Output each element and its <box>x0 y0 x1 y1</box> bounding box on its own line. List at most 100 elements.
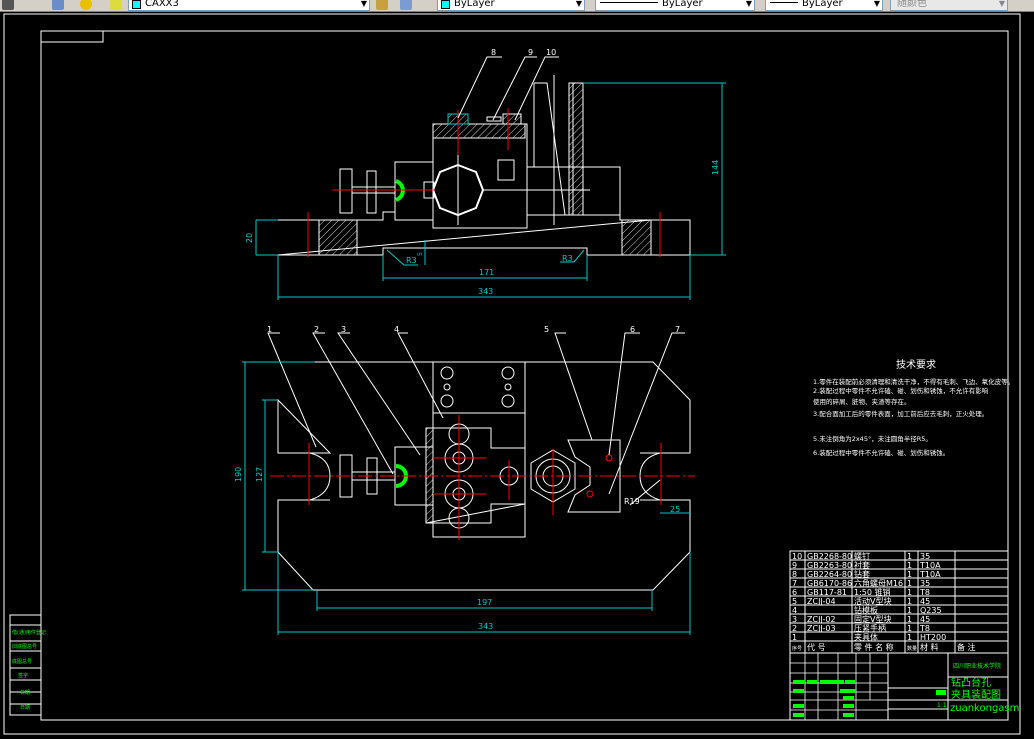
side-strip: 借(通)用件登记 旧底图总号 底图总号 签字 日期 日期 <box>9 614 46 716</box>
lineweight-dropdown[interactable]: ByLayer ▼ <box>765 0 883 11</box>
dimension-20: 20 <box>245 233 254 243</box>
bom-cell-no: 8 <box>792 570 797 579</box>
properties-toolbar: CAXX3 ▼ ByLayer ▼ ByLayer ▼ ByLayer ▼ 随颜色 ▼ <box>0 0 1034 12</box>
tech-req-title: 技术要求 <box>896 358 936 371</box>
layer-color-swatch <box>132 0 141 9</box>
color-dropdown[interactable]: ByLayer ▼ <box>437 0 585 11</box>
bom-cell-code: ZCJJ-04 <box>807 597 836 606</box>
color-swatch <box>441 0 450 9</box>
title-block: 四川职业技术学院 钻凸台孔 夹具装配图 zuankongasm 1:1 <box>789 652 1019 721</box>
bom-header-qty: 数量 <box>907 645 917 652</box>
leader-label: 8 <box>491 48 496 57</box>
layer-manager-icon[interactable] <box>52 0 64 10</box>
chevron-down-icon: ▼ <box>745 0 752 8</box>
dimension-343: 343 <box>478 287 493 296</box>
tech-req-line: 6.装配过程中零件不允许磕、碰、划伤和锈蚀。 <box>813 448 949 457</box>
leader-label: 10 <box>546 48 556 57</box>
tech-req-line: 2.装配过程中零件不允许磕、碰、划伤和锈蚀，不允许有影响 <box>813 386 989 395</box>
bom-header-note: 备 注 <box>957 642 976 652</box>
dimension-197: 197 <box>477 598 492 607</box>
dimension-127: 127 <box>255 467 264 482</box>
bom-cell-code: GB117-81 <box>807 588 847 597</box>
dimension-25: 25 <box>670 505 680 514</box>
bom-cell-material: 45 <box>920 615 930 624</box>
bom-cell-material: 45 <box>920 597 930 606</box>
bom-cell-no: 5 <box>792 597 797 606</box>
leader-label: 7 <box>675 325 680 334</box>
drawing-subtitle: 夹具装配图 <box>951 688 1001 701</box>
bom-cell-material: 35 <box>920 552 930 561</box>
bom-cell-name: 六角螺母M16 <box>854 578 903 588</box>
bom-cell-qty: 1 <box>907 624 912 633</box>
dimension-343: 343 <box>478 622 493 631</box>
drawing-title: 钻凸台孔 <box>951 676 991 689</box>
side-label: 底图总号 <box>12 658 32 665</box>
layer-dropdown[interactable]: CAXX3 ▼ <box>128 0 370 11</box>
bom-cell-name: 活动V型块 <box>854 596 891 606</box>
school-name: 四川职业技术学院 <box>953 662 1001 670</box>
bom-cell-code: ZCJJ-02 <box>807 615 836 624</box>
bom-header-name: 零 件 名 称 <box>854 642 894 652</box>
bom-header-no: 序号 <box>792 645 802 652</box>
bom-cell-qty: 1 <box>907 633 912 642</box>
bom-cell-name: 1:50 锥销 <box>854 587 891 597</box>
plotstyle-dropdown: 随颜色 ▼ <box>890 0 1008 11</box>
line-sample <box>770 2 798 3</box>
tech-req-line: 使用的碎屑、脏物、夹渣等存在。 <box>813 397 911 406</box>
bom-cell-name: 钻模板 <box>854 605 878 615</box>
lightbulb-icon[interactable] <box>80 0 92 10</box>
bom-cell-code: ZCJJ-03 <box>807 624 836 633</box>
line-sample <box>600 2 658 3</box>
drawing-number: zuankongasm <box>950 703 1019 714</box>
bom-cell-material: T8 <box>919 588 930 597</box>
layer-previous-icon[interactable] <box>400 0 412 10</box>
leader-label: 5 <box>544 325 549 334</box>
bom-cell-no: 6 <box>792 588 797 597</box>
side-label: 日期 <box>20 690 30 696</box>
bom-cell-name: 螺钉 <box>854 551 870 561</box>
dimension-5: 5 <box>417 252 424 256</box>
front-view: 8 9 10 343 171 144 20 R3 R3 5 <box>245 48 726 300</box>
bom-cell-material: HT200 <box>920 633 946 642</box>
leader-label: 9 <box>528 48 533 57</box>
bom-cell-name: 夹具体 <box>854 632 878 642</box>
chevron-down-icon: ▼ <box>873 0 880 8</box>
bom-cell-material: T8 <box>919 624 930 633</box>
bom-cell-name: 衬套 <box>854 560 870 570</box>
bom-header-material: 材 料 <box>920 642 939 652</box>
bom-cell-code: GB2268-80 <box>807 552 852 561</box>
side-label: 旧底图总号 <box>12 643 37 650</box>
tech-req-line: 3.配合面加工后的零件表面，加工前后应去毛刺，正火处理。 <box>813 409 988 418</box>
lock-icon[interactable] <box>110 0 122 10</box>
chevron-down-icon: ▼ <box>575 0 582 8</box>
bom-cell-qty: 1 <box>907 615 912 624</box>
tech-req-line: 1.零件在装配前必须清理和清洗干净，不得有毛刺、飞边、氧化皮等。 <box>813 377 1014 386</box>
bom-cell-no: 10 <box>792 552 802 561</box>
bom-cell-qty: 1 <box>907 588 912 597</box>
toolbar-icon[interactable] <box>2 0 14 10</box>
dimension-r19: R19 <box>624 497 640 506</box>
bom-cell-material: T10A <box>919 570 941 579</box>
corner-box <box>40 30 104 43</box>
dimension-r3-left: R3 <box>406 256 417 265</box>
technical-requirements: 技术要求 1.零件在装配前必须清理和清洗干净，不得有毛刺、飞边、氧化皮等。 2.… <box>813 358 1014 457</box>
make-current-layer-icon[interactable] <box>376 0 388 10</box>
linetype-dropdown[interactable]: ByLayer ▼ <box>595 0 755 11</box>
dimension-r3-right: R3 <box>562 254 573 263</box>
parts-list: 10 GB2268-80 螺钉 1 359 GB2263-80 衬套 1 T10A8 GB2264… <box>789 550 1009 654</box>
bom-cell-qty: 1 <box>907 552 912 561</box>
drawing-scale: 1:1 <box>937 702 947 709</box>
bom-cell-code: GB2264-80 <box>807 570 852 579</box>
leader-label: 3 <box>341 325 346 334</box>
drawing-canvas[interactable]: 借(通)用件登记 旧底图总号 底图总号 签字 日期 日期 8 9 10 343 … <box>0 12 1034 735</box>
drawing-sheet: 借(通)用件登记 旧底图总号 底图总号 签字 日期 日期 8 9 10 343 … <box>3 13 1021 735</box>
chevron-down-icon: ▼ <box>360 0 367 8</box>
leader-label: 4 <box>394 325 399 334</box>
bom-cell-qty: 1 <box>907 597 912 606</box>
plan-view: 1 2 3 4 5 6 7 R19 190 127 197 343 25 <box>234 325 695 635</box>
bom-cell-no: 4 <box>792 606 797 615</box>
bom-cell-name: 固定V型块 <box>854 614 891 624</box>
bom-cell-name: 压紧手柄 <box>854 623 886 633</box>
leader-label: 2 <box>314 325 319 334</box>
bom-cell-no: 2 <box>792 624 797 633</box>
